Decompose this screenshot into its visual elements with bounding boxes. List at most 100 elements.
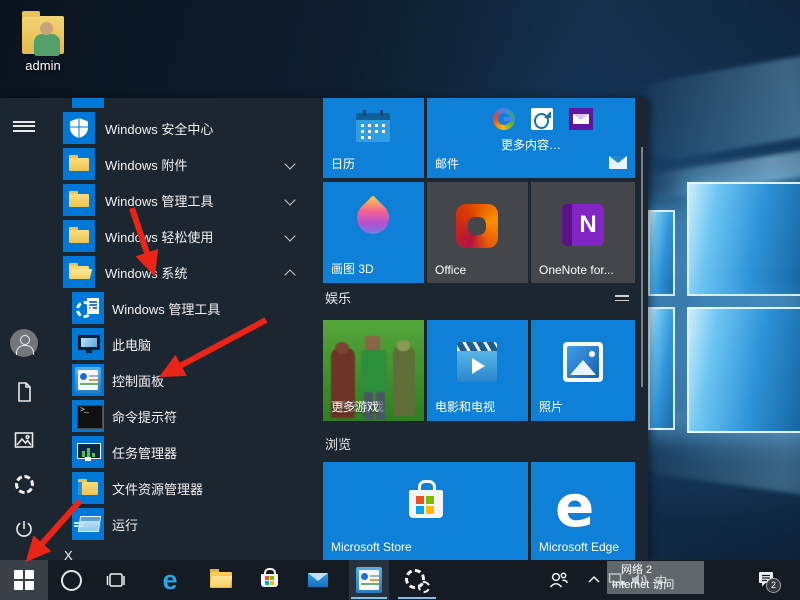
tile-office[interactable]: Office <box>427 182 528 283</box>
open-app-indicator <box>351 597 387 599</box>
network-tooltip: 网络 2 Internet 访问 <box>607 561 704 594</box>
cortana-icon <box>61 570 82 591</box>
chevron-down-icon <box>284 230 295 241</box>
tooltip-line1: 网络 2 <box>607 561 704 578</box>
cortana-search-button[interactable] <box>58 560 84 600</box>
group-title-entertainment[interactable]: 娱乐 <box>325 288 351 307</box>
chevron-down-icon <box>284 194 295 205</box>
tile-onenote[interactable]: N OneNote for... <box>531 182 635 283</box>
outlook-icon <box>531 108 553 130</box>
photos-icon <box>563 342 603 382</box>
tooltip-line2: Internet 访问 <box>607 578 704 593</box>
desktop: admin Windows 安全中心 Windows 附件 <box>0 0 800 600</box>
desktop-icon-label: admin <box>0 58 86 73</box>
store-icon <box>409 490 443 518</box>
command-prompt-icon: >_ <box>72 400 104 432</box>
wallpaper-window-pane <box>648 210 675 296</box>
app-item-windows-ease-of-access[interactable]: Windows 轻松使用 <box>48 218 320 254</box>
mail-more-label: 更多内容… <box>501 136 561 153</box>
app-item-partial-x[interactable]: X <box>48 548 320 560</box>
google-icon <box>493 108 515 130</box>
mail-icon <box>308 573 328 587</box>
app-item-windows-system[interactable]: Windows 系统 <box>48 254 320 290</box>
taskbar-control-panel-button[interactable] <box>349 560 389 600</box>
tile-xbox-games[interactable]: 更多游戏 <box>323 320 424 421</box>
app-item-command-prompt[interactable]: >_ 命令提示符 <box>48 398 320 434</box>
wallpaper-window-pane <box>648 307 675 430</box>
movies-tv-icon <box>457 342 497 382</box>
chevron-up-icon <box>284 269 295 280</box>
edge-icon: e <box>162 567 177 594</box>
folder-icon <box>63 184 95 216</box>
app-icon-partial <box>72 98 104 108</box>
settings-icon[interactable] <box>10 470 38 498</box>
tile-paint3d[interactable]: 画图 3D <box>323 182 424 283</box>
store-icon <box>261 574 278 587</box>
mail-glyph-icon <box>609 156 627 169</box>
taskbar-mail-button[interactable] <box>304 560 332 600</box>
file-explorer-icon <box>72 472 104 504</box>
run-icon <box>72 508 104 540</box>
folder-icon <box>63 220 95 252</box>
windows-logo-icon <box>14 570 34 590</box>
notification-icon: 2 <box>756 569 778 591</box>
tile-microsoft-edge[interactable]: e Microsoft Edge <box>531 462 635 560</box>
chevron-down-icon <box>284 158 295 169</box>
calendar-icon <box>356 110 390 142</box>
desktop-icon-admin[interactable]: admin <box>0 0 90 80</box>
this-pc-icon <box>72 328 104 360</box>
start-button[interactable] <box>0 560 48 600</box>
tile-grid: 日历 更多内容… 邮件 <box>323 98 635 560</box>
tile-calendar[interactable]: 日历 <box>323 98 424 178</box>
app-item-windows-admin-tools[interactable]: Windows 管理工具 <box>48 182 320 218</box>
open-app-indicator <box>398 597 436 599</box>
task-view-icon <box>106 569 128 591</box>
group-title-browse[interactable]: 浏览 <box>325 434 351 453</box>
hamburger-icon[interactable] <box>10 112 38 140</box>
app-item-task-manager[interactable]: 任务管理器 <box>48 434 320 470</box>
group-handle-icon[interactable] <box>615 292 629 304</box>
people-button[interactable] <box>544 560 572 600</box>
tray-expand-button[interactable] <box>584 560 604 600</box>
wallpaper-window-pane <box>687 307 800 433</box>
app-item-file-explorer[interactable]: 文件资源管理器 <box>48 470 320 506</box>
task-manager-icon <box>72 436 104 468</box>
documents-icon[interactable] <box>10 378 38 406</box>
tile-movies-tv[interactable]: 电影和电视 <box>427 320 528 421</box>
chevron-up-icon <box>587 575 601 585</box>
tile-microsoft-store[interactable]: Microsoft Store <box>323 462 528 560</box>
taskbar-store-button[interactable] <box>255 560 283 600</box>
action-center-button[interactable]: 2 <box>752 560 782 600</box>
app-item-control-panel[interactable]: 控制面板 <box>48 362 320 398</box>
onenote-icon: N <box>562 204 604 246</box>
notification-badge: 2 <box>766 578 781 593</box>
tile-photos[interactable]: 照片 <box>531 320 635 421</box>
power-icon[interactable] <box>10 515 38 543</box>
folder-icon <box>63 148 95 180</box>
app-item-admin-tools[interactable]: Windows 管理工具 <box>48 290 320 326</box>
folder-open-icon <box>63 256 95 288</box>
tile-mail[interactable]: 更多内容… 邮件 <box>427 98 635 178</box>
people-icon <box>547 569 569 591</box>
taskbar-edge-button[interactable]: e <box>156 560 184 600</box>
admin-tools-icon <box>72 292 104 324</box>
purple-mail-icon <box>569 108 593 130</box>
pictures-icon[interactable] <box>10 426 38 454</box>
start-menu-scrollbar[interactable] <box>641 147 643 387</box>
wallpaper-window-pane <box>687 182 800 296</box>
control-panel-icon <box>356 567 382 593</box>
start-menu: Windows 安全中心 Windows 附件 Windows 管理工具 Win… <box>0 98 648 560</box>
app-item-windows-security[interactable]: Windows 安全中心 <box>48 110 320 146</box>
taskbar-file-explorer-button[interactable] <box>207 560 235 600</box>
app-item-windows-accessories[interactable]: Windows 附件 <box>48 146 320 182</box>
settings-gears-icon <box>404 567 430 593</box>
paint3d-icon <box>350 195 395 240</box>
user-avatar-icon[interactable] <box>10 329 38 357</box>
app-item-this-pc[interactable]: 此电脑 <box>48 326 320 362</box>
file-explorer-icon <box>210 572 232 588</box>
taskbar-settings-button[interactable] <box>398 560 436 600</box>
office-icon <box>456 204 498 248</box>
task-view-button[interactable] <box>104 560 130 600</box>
app-item-run[interactable]: 运行 <box>48 506 320 542</box>
user-figure-icon <box>34 34 60 56</box>
